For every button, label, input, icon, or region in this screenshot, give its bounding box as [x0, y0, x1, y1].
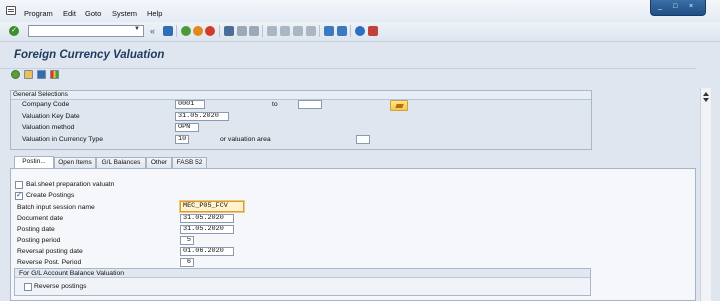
execute-icon[interactable] [11, 70, 20, 79]
batch-session-field[interactable]: MEC_P05_FCV [180, 201, 244, 212]
general-selections-title: General Selections [13, 91, 68, 98]
valuation-key-date-field[interactable]: 31.05.2020 [175, 112, 229, 121]
tab-other[interactable]: Other [146, 157, 172, 168]
reverse-postings-label: Reverse postings [34, 283, 87, 290]
print-icon[interactable] [224, 26, 234, 36]
exit-icon[interactable] [193, 26, 203, 36]
enter-check-icon[interactable]: ✓ [9, 26, 19, 36]
get-variant-icon[interactable] [24, 70, 33, 79]
back-icon[interactable] [181, 26, 191, 36]
create-postings-label: Create Postings [26, 192, 75, 199]
valuation-method-field[interactable]: OPN [175, 123, 199, 132]
general-selections-header [11, 91, 591, 100]
reverse-postings-checkbox[interactable] [24, 283, 32, 291]
first-page-icon[interactable] [267, 26, 277, 36]
help-icon[interactable] [355, 26, 365, 36]
valuation-key-date-label: Valuation Key Date [22, 113, 80, 120]
tab-fasb-52[interactable]: FASB 52 [172, 157, 207, 168]
window-controls: _ □ × [650, 0, 706, 16]
restore-button[interactable]: □ [673, 3, 677, 10]
posting-period-label: Posting period [17, 237, 61, 244]
find-icon[interactable] [237, 26, 247, 36]
minimize-button[interactable]: _ [658, 3, 662, 10]
tab-open-items[interactable]: Open Items [54, 157, 96, 168]
valuation-currency-type-field[interactable]: 10 [175, 135, 189, 144]
scroll-up-arrow-icon[interactable] [703, 92, 709, 96]
batch-session-label: Batch input session name [17, 204, 95, 211]
page-title: Foreign Currency Valuation [14, 49, 165, 61]
tab-gl-balances[interactable]: G/L Balances [96, 157, 146, 168]
reversal-date-label: Reversal posting date [17, 248, 83, 255]
back-double-arrow-icon[interactable]: « [150, 26, 155, 36]
layout-menu-icon[interactable] [368, 26, 378, 36]
save-icon[interactable] [163, 26, 173, 36]
command-dropdown-icon[interactable]: ▼ [134, 26, 140, 32]
next-page-icon[interactable] [293, 26, 303, 36]
cancel-icon[interactable] [205, 26, 215, 36]
bal-sheet-label: Bal.sheet preparation valuatn [26, 181, 115, 188]
company-code-label: Company Code [22, 101, 70, 108]
close-button[interactable]: × [689, 3, 693, 10]
valuation-area-field[interactable] [356, 135, 370, 144]
info-icon[interactable] [37, 70, 46, 79]
valuation-area-label: or valuation area [220, 136, 271, 143]
posting-date-label: Posting date [17, 226, 55, 233]
menu-edit[interactable]: Edit [63, 9, 76, 18]
bal-sheet-checkbox[interactable] [15, 181, 23, 189]
app-toolbar-divider [0, 68, 696, 69]
last-page-icon[interactable] [306, 26, 316, 36]
menu-system[interactable]: System [112, 9, 137, 18]
vertical-scrollbar[interactable] [700, 88, 711, 301]
command-field[interactable] [28, 25, 144, 37]
toolbar-separator [350, 25, 351, 37]
menu-program[interactable]: Program [24, 9, 53, 18]
toolbar-separator [219, 25, 220, 37]
new-session-icon[interactable] [324, 26, 334, 36]
previous-page-icon[interactable] [280, 26, 290, 36]
menu-bar [0, 0, 720, 22]
toolbar-separator [262, 25, 263, 37]
menu-help[interactable]: Help [147, 9, 162, 18]
multiple-selection-button[interactable] [390, 100, 408, 111]
system-menu-icon[interactable] [6, 6, 16, 15]
posting-date-field[interactable]: 31.05.2020 [180, 225, 234, 234]
reverse-period-field[interactable]: 6 [180, 258, 194, 267]
find-next-icon[interactable] [249, 26, 259, 36]
valuation-method-label: Valuation method [22, 124, 75, 131]
to-label: to [272, 101, 278, 108]
toolbar-separator [319, 25, 320, 37]
valuation-currency-type-label: Valuation in Currency Type [22, 136, 103, 143]
company-code-to-field[interactable] [298, 100, 322, 109]
company-code-field[interactable]: 0001 [175, 100, 205, 109]
create-postings-checkbox[interactable]: ✓ [15, 192, 23, 200]
gl-balance-valuation-title: For G/L Account Balance Valuation [19, 270, 125, 277]
posting-period-field[interactable]: 5 [180, 236, 194, 245]
toolbar-separator [176, 25, 177, 37]
reversal-date-field[interactable]: 01.06.2020 [180, 247, 234, 256]
reverse-period-label: Reverse Post. Period [17, 259, 82, 266]
document-date-field[interactable]: 31.05.2020 [180, 214, 234, 223]
shortcut-icon[interactable] [337, 26, 347, 36]
menu-goto[interactable]: Goto [85, 9, 101, 18]
scroll-down-arrow-icon[interactable] [703, 98, 709, 102]
selection-options-icon[interactable] [50, 70, 59, 79]
document-date-label: Document date [17, 215, 64, 222]
